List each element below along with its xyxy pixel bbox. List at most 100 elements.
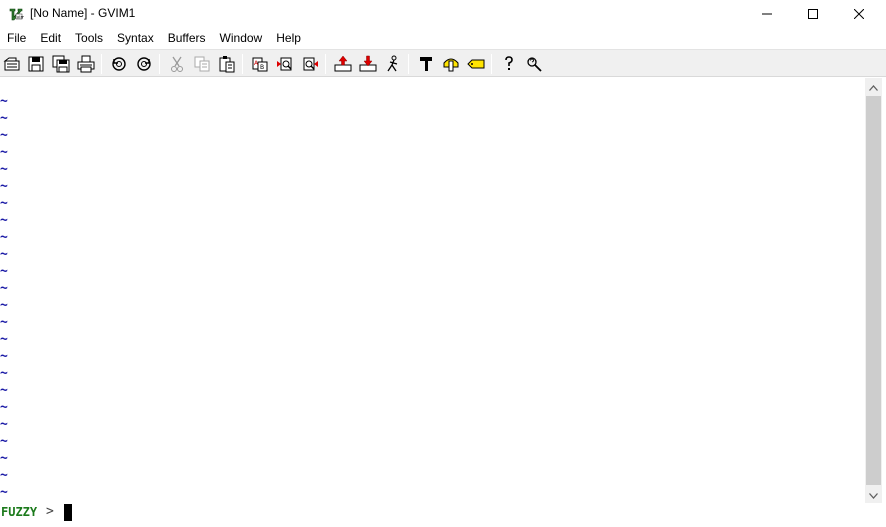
empty-line-marker: ~ — [0, 451, 8, 466]
empty-line-marker: ~ — [0, 281, 8, 296]
empty-line-marker: ~ — [0, 485, 8, 500]
save-all-button[interactable] — [50, 53, 72, 75]
scroll-up-button[interactable] — [865, 78, 882, 95]
find-next-icon — [276, 55, 294, 73]
toolbar-separator — [159, 54, 160, 74]
save-button[interactable] — [25, 53, 47, 75]
gvim-app-icon[interactable]: vim — [8, 6, 25, 22]
menu-tools[interactable]: Tools — [68, 28, 110, 48]
redo-button[interactable] — [133, 53, 155, 75]
replace-icon: AB — [251, 55, 269, 73]
help-icon — [500, 55, 518, 73]
empty-line-marker: ~ — [0, 417, 8, 432]
redo-icon — [135, 55, 153, 73]
window-title: [No Name] - GVIM1 — [30, 6, 136, 20]
menu-bar: File Edit Tools Syntax Buffers Window He… — [0, 28, 886, 48]
toolbar-separator — [101, 54, 102, 74]
empty-line-marker: ~ — [0, 298, 8, 313]
save-all-icon — [52, 55, 70, 73]
shell-button[interactable] — [440, 53, 462, 75]
find-next-button[interactable] — [274, 53, 296, 75]
empty-line-marker: ~ — [0, 128, 8, 143]
help-button[interactable] — [498, 53, 520, 75]
chevron-down-icon — [869, 488, 878, 502]
text-cursor — [64, 504, 72, 521]
menu-file[interactable]: File — [0, 28, 33, 48]
run-script-icon — [384, 55, 402, 73]
minimize-button[interactable] — [744, 0, 790, 28]
copy-button[interactable] — [191, 53, 213, 75]
chevron-up-icon — [869, 80, 878, 94]
copy-icon — [193, 55, 211, 73]
empty-line-marker: ~ — [0, 247, 8, 262]
maximize-icon — [808, 9, 818, 19]
print-button[interactable] — [75, 53, 97, 75]
save-session-icon — [359, 55, 377, 73]
menu-edit[interactable]: Edit — [33, 28, 68, 48]
toolbar-separator — [325, 54, 326, 74]
empty-line-marker: ~ — [0, 111, 8, 126]
minimize-icon — [762, 9, 772, 19]
undo-button[interactable] — [108, 53, 130, 75]
make-button[interactable] — [415, 53, 437, 75]
tags-icon — [467, 55, 485, 73]
menu-buffers[interactable]: Buffers — [161, 28, 213, 48]
empty-line-marker: ~ — [0, 468, 8, 483]
cut-button[interactable] — [166, 53, 188, 75]
empty-line-marker: ~ — [0, 315, 8, 330]
paste-icon — [218, 55, 236, 73]
replace-button[interactable]: AB — [249, 53, 271, 75]
make-icon — [417, 55, 435, 73]
empty-line-marker: ~ — [0, 264, 8, 279]
close-button[interactable] — [836, 0, 882, 28]
empty-line-marker: ~ — [0, 383, 8, 398]
title-bar: vim [No Name] - GVIM1 — [0, 0, 886, 28]
empty-line-marker: ~ — [0, 230, 8, 245]
empty-line-marker: ~ — [0, 196, 8, 211]
maximize-button[interactable] — [790, 0, 836, 28]
cut-icon — [168, 55, 186, 73]
find-prev-button[interactable] — [299, 53, 321, 75]
tags-button[interactable] — [465, 53, 487, 75]
empty-line-marker: ~ — [0, 162, 8, 177]
load-session-button[interactable] — [332, 53, 354, 75]
empty-line-marker: ~ — [0, 349, 8, 364]
command-line[interactable]: FUZZY > — [0, 503, 886, 521]
svg-text:B: B — [260, 64, 264, 71]
toolbar-separator — [242, 54, 243, 74]
scroll-down-button[interactable] — [865, 486, 882, 503]
empty-line-marker: ~ — [0, 434, 8, 449]
fuzzy-mode-label: FUZZY — [1, 505, 38, 519]
paste-button[interactable] — [216, 53, 238, 75]
toolbar-separator — [491, 54, 492, 74]
toolbar: AB — [0, 49, 886, 77]
empty-line-marker: ~ — [0, 366, 8, 381]
menu-syntax[interactable]: Syntax — [110, 28, 161, 48]
save-session-button[interactable] — [357, 53, 379, 75]
editor-area[interactable]: ~ ~ ~ ~ ~ ~ ~ ~ ~ ~ ~ ~ ~ ~ ~ ~ ~ ~ ~ ~ ~ ~ ~ ~ — [0, 78, 865, 503]
shell-icon — [442, 55, 460, 73]
print-icon — [77, 55, 95, 73]
prompt-arrow: > — [46, 504, 54, 519]
empty-line-marker: ~ — [0, 145, 8, 160]
open-button[interactable] — [1, 53, 23, 75]
empty-line-marker: ~ — [0, 213, 8, 228]
undo-icon — [110, 55, 128, 73]
find-help-icon — [525, 55, 543, 73]
empty-line-marker: ~ — [0, 332, 8, 347]
empty-line-marker: ~ — [0, 94, 8, 109]
svg-text:vim: vim — [17, 14, 24, 20]
menu-window[interactable]: Window — [213, 28, 270, 48]
empty-line-marker: ~ — [0, 179, 8, 194]
empty-line-marker: ~ — [0, 400, 8, 415]
toolbar-separator — [408, 54, 409, 74]
save-icon — [27, 55, 45, 73]
scrollbar-thumb[interactable] — [866, 96, 881, 485]
close-icon — [854, 9, 864, 19]
load-session-icon — [334, 55, 352, 73]
menu-help[interactable]: Help — [269, 28, 308, 48]
vertical-scrollbar[interactable] — [865, 78, 882, 503]
run-script-button[interactable] — [382, 53, 404, 75]
find-help-button[interactable] — [523, 53, 545, 75]
open-icon — [3, 55, 21, 73]
